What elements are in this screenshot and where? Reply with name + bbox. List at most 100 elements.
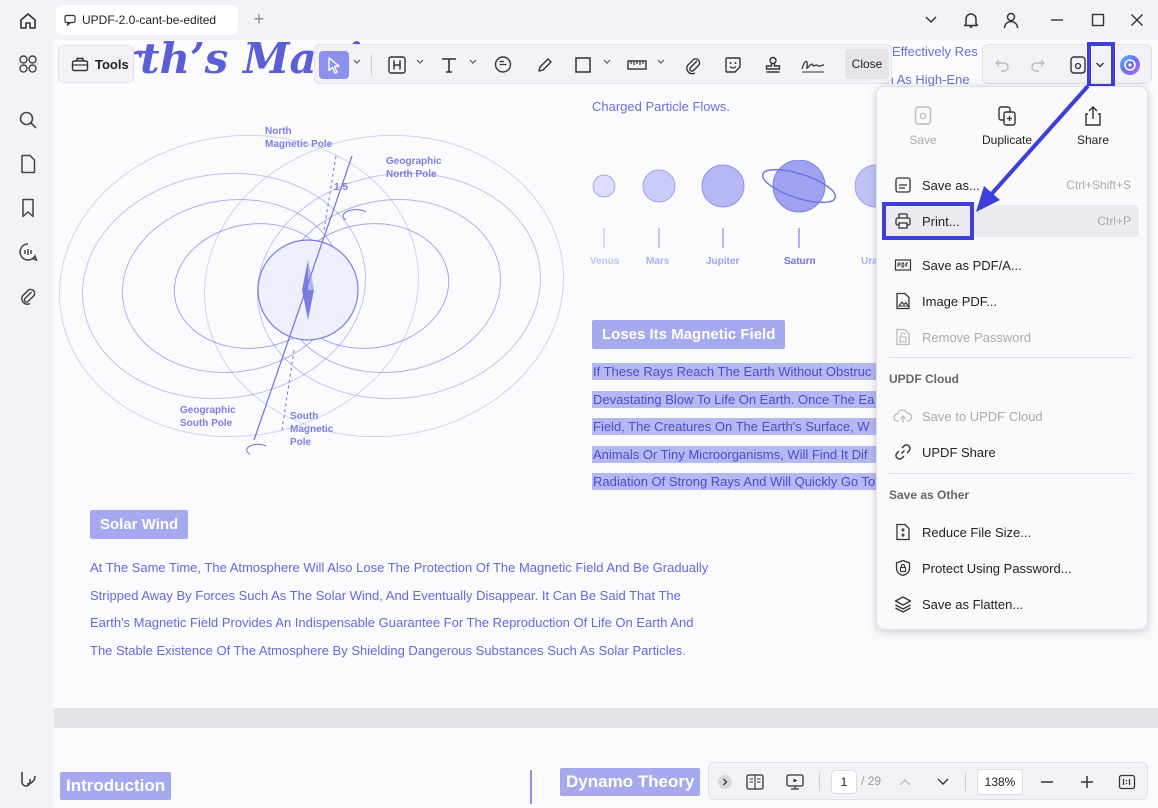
- chevron-down-icon[interactable]: [416, 59, 424, 67]
- menu-save-button[interactable]: Save: [883, 105, 963, 147]
- label-line: Pole: [290, 437, 312, 448]
- left-sidebar: [0, 40, 54, 808]
- minimize-icon[interactable]: [1046, 9, 1068, 31]
- presentation-icon[interactable]: [783, 770, 807, 794]
- signature-icon[interactable]: [799, 51, 827, 79]
- home-icon[interactable]: [14, 8, 42, 34]
- bookmark-icon[interactable]: [16, 196, 40, 220]
- collapse-arrow-icon[interactable]: [713, 770, 737, 794]
- diagram-label-north-magnetic: North Magnetic Pole: [265, 125, 332, 151]
- attachment-icon[interactable]: [16, 284, 40, 308]
- sticker-icon[interactable]: [721, 51, 745, 79]
- menu-item-save-flatten[interactable]: Save as Flatten...: [885, 588, 1139, 620]
- highlight-tool-icon[interactable]: [385, 51, 409, 79]
- ai-assistant-icon[interactable]: [1117, 51, 1143, 79]
- select-tool-button[interactable]: [319, 51, 349, 79]
- diagram-label-geographic-north: Geographic North Pole: [386, 155, 442, 181]
- planet-label-saturn: Saturn: [784, 256, 816, 267]
- shape-tool-icon[interactable]: [571, 51, 595, 79]
- updf-logo-icon[interactable]: [16, 766, 40, 790]
- page-navigation-bar: 1 / 29 138%: [708, 762, 1148, 800]
- chevron-down-icon[interactable]: [657, 59, 665, 67]
- document-tab[interactable]: UPDF-2.0-cant-be-edited: [56, 5, 238, 35]
- cloud-upload-icon: [893, 406, 913, 426]
- planet-label-jupiter: Jupiter: [706, 256, 740, 267]
- chevron-down-icon[interactable]: [469, 59, 477, 67]
- page-icon[interactable]: [16, 152, 40, 176]
- menu-item-updf-share[interactable]: UPDF Share: [885, 436, 1139, 468]
- grid-icon[interactable]: [16, 52, 40, 76]
- planet-label-venus: Venus: [590, 256, 620, 267]
- highlighted-line[interactable]: Animals Or Tiny Microorganisms, Will Fin…: [592, 446, 882, 463]
- paragraph-line: Earth's Magnetic Field Provides An Indis…: [90, 615, 694, 630]
- menu-divider: [889, 357, 1133, 358]
- pencil-tool-icon[interactable]: [533, 51, 557, 79]
- redo-icon[interactable]: [1027, 51, 1049, 79]
- menu-item-reduce-size[interactable]: Reduce File Size...: [885, 516, 1139, 548]
- tools-button[interactable]: Tools: [58, 45, 134, 83]
- bell-icon[interactable]: [960, 9, 982, 31]
- pdfa-icon: [893, 255, 913, 275]
- maximize-icon[interactable]: [1087, 9, 1109, 31]
- measure-tool-icon[interactable]: [625, 51, 649, 79]
- menu-item-label: Protect Using Password...: [922, 560, 1072, 576]
- shortcut-text: Ctrl+P: [1097, 214, 1131, 228]
- shield-lock-icon: [893, 558, 913, 578]
- paragraph-line: At The Same Time, The Atmosphere Will Al…: [90, 560, 709, 575]
- stamp-icon[interactable]: [761, 51, 785, 79]
- zoom-out-icon[interactable]: [1035, 770, 1059, 794]
- highlighted-line[interactable]: Field, The Creatures On The Earth's Surf…: [592, 418, 882, 435]
- right-text-line-2: ch As High-Ene: [880, 72, 970, 87]
- new-tab-button[interactable]: +: [250, 10, 268, 28]
- menu-item-label: Reduce File Size...: [922, 524, 1032, 540]
- highlighted-line[interactable]: Devastating Blow To Life On Earth. Once …: [592, 391, 882, 408]
- label-line: Geographic: [180, 405, 236, 416]
- chevron-down-icon[interactable]: [353, 59, 361, 67]
- menu-item-label: Save to UPDF Cloud: [922, 408, 1043, 424]
- user-icon[interactable]: [1000, 9, 1022, 31]
- zoom-level-input[interactable]: 138%: [977, 769, 1023, 795]
- menu-item-image-pdf[interactable]: Image PDF...: [885, 285, 1139, 317]
- paragraph-line: The Stable Existence Of The Atmosphere B…: [90, 643, 686, 658]
- save-as-icon: [893, 175, 913, 195]
- menu-save-label: Save: [909, 133, 937, 147]
- ai-chat-icon[interactable]: [16, 240, 40, 264]
- close-window-icon[interactable]: [1126, 9, 1148, 31]
- label-line: South: [290, 411, 319, 422]
- menu-item-protect-password[interactable]: Protect Using Password...: [885, 552, 1139, 584]
- text-tool-icon[interactable]: [437, 51, 461, 79]
- image-pdf-icon: [893, 291, 913, 311]
- label-line: Geographic: [386, 156, 442, 167]
- highlighted-line[interactable]: Radiation Of Strong Rays And Will Quickl…: [592, 473, 882, 490]
- chevron-down-icon[interactable]: [603, 59, 611, 67]
- actual-size-icon[interactable]: [1115, 770, 1139, 794]
- search-icon[interactable]: [16, 108, 40, 132]
- section-tag-dynamo-theory: Dynamo Theory: [560, 768, 701, 796]
- menu-divider: [889, 473, 1133, 474]
- comment-tool-icon[interactable]: [491, 51, 515, 79]
- reading-mode-icon[interactable]: [743, 770, 767, 794]
- next-page-icon[interactable]: [931, 770, 955, 794]
- undo-icon[interactable]: [991, 51, 1013, 79]
- title-bar: UPDF-2.0-cant-be-edited +: [0, 0, 1158, 40]
- menu-section-cloud: UPDF Cloud: [889, 372, 959, 386]
- menu-item-remove-password[interactable]: Remove Password: [885, 321, 1139, 353]
- label-line: South Pole: [180, 418, 233, 429]
- paperclip-icon[interactable]: [681, 51, 705, 79]
- chevron-down-icon[interactable]: [920, 9, 942, 31]
- menu-item-save-to-cloud[interactable]: Save to UPDF Cloud: [885, 400, 1139, 432]
- page-number-input[interactable]: 1: [831, 770, 857, 794]
- zoom-in-icon[interactable]: [1075, 770, 1099, 794]
- close-edit-button[interactable]: Close: [845, 49, 889, 79]
- right-text-line-3: Charged Particle Flows.: [592, 99, 730, 114]
- compress-icon: [893, 522, 913, 542]
- save-disk-icon[interactable]: [1067, 51, 1089, 79]
- annotation-arrow-icon: [976, 84, 1090, 212]
- previous-page-icon[interactable]: [893, 770, 917, 794]
- tools-label: Tools: [95, 56, 129, 72]
- diagram-label-south-magnetic: South Magnetic Pole: [290, 410, 333, 449]
- bar-divider: [819, 773, 820, 791]
- highlighted-line[interactable]: If These Rays Reach The Earth Without Ob…: [592, 363, 882, 380]
- menu-item-save-pdfa[interactable]: Save as PDF/A...: [885, 249, 1139, 281]
- menu-item-label: Remove Password: [922, 329, 1032, 345]
